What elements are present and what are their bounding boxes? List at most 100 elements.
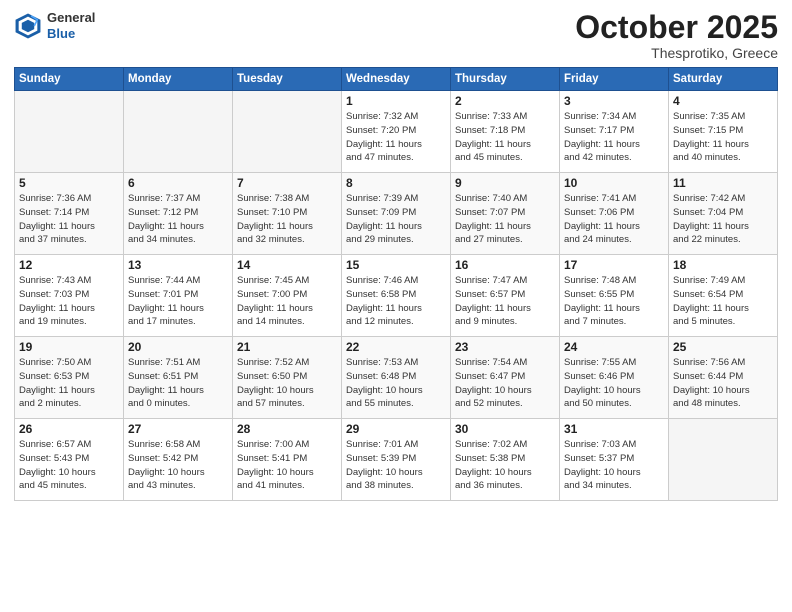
day-info: Sunrise: 7:43 AMSunset: 7:03 PMDaylight:… bbox=[19, 274, 119, 329]
day-number: 14 bbox=[237, 258, 337, 272]
calendar-cell: 20 Sunrise: 7:51 AMSunset: 6:51 PMDayligh… bbox=[124, 337, 233, 419]
day-info: Sunrise: 7:03 AMSunset: 5:37 PMDaylight:… bbox=[564, 438, 664, 493]
day-info: Sunrise: 7:37 AMSunset: 7:12 PMDaylight:… bbox=[128, 192, 228, 247]
day-number: 3 bbox=[564, 94, 664, 108]
calendar-cell: 26 Sunrise: 6:57 AMSunset: 5:43 PMDayligh… bbox=[15, 419, 124, 501]
calendar-cell: 7Sunrise: 7:38 AMSunset: 7:10 PMDaylight… bbox=[233, 173, 342, 255]
day-info: Sunrise: 7:33 AMSunset: 7:18 PMDaylight:… bbox=[455, 110, 555, 165]
day-number: 8 bbox=[346, 176, 446, 190]
day-info: Sunrise: 7:40 AMSunset: 7:07 PMDaylight:… bbox=[455, 192, 555, 247]
day-number: 17 bbox=[564, 258, 664, 272]
calendar-cell: 5Sunrise: 7:36 AMSunset: 7:14 PMDaylight… bbox=[15, 173, 124, 255]
day-number: 24 bbox=[564, 340, 664, 354]
day-number: 21 bbox=[237, 340, 337, 354]
logo-text: General Blue bbox=[47, 10, 95, 41]
day-info: Sunrise: 7:45 AMSunset: 7:00 PMDaylight:… bbox=[237, 274, 337, 329]
day-info: Sunrise: 7:38 AMSunset: 7:10 PMDaylight:… bbox=[237, 192, 337, 247]
calendar-cell: 31 Sunrise: 7:03 AMSunset: 5:37 PMDayligh… bbox=[560, 419, 669, 501]
day-info: Sunrise: 7:00 AMSunset: 5:41 PMDaylight:… bbox=[237, 438, 337, 493]
day-info: Sunrise: 7:50 AMSunset: 6:53 PMDaylight:… bbox=[19, 356, 119, 411]
calendar-cell: 17 Sunrise: 7:48 AMSunset: 6:55 PMDayligh… bbox=[560, 255, 669, 337]
day-info: Sunrise: 7:52 AMSunset: 6:50 PMDaylight:… bbox=[237, 356, 337, 411]
day-number: 6 bbox=[128, 176, 228, 190]
day-number: 30 bbox=[455, 422, 555, 436]
calendar-cell: 27Sunrise: 6:58 AMSunset: 5:42 PMDayligh… bbox=[124, 419, 233, 501]
calendar-cell: 23 Sunrise: 7:54 AMSunset: 6:47 PMDayligh… bbox=[451, 337, 560, 419]
calendar-cell: 1 Sunrise: 7:32 AMSunset: 7:20 PMDaylight… bbox=[342, 91, 451, 173]
weekday-header-friday: Friday bbox=[560, 68, 669, 91]
day-number: 28 bbox=[237, 422, 337, 436]
day-number: 29 bbox=[346, 422, 446, 436]
calendar-cell: 21 Sunrise: 7:52 AMSunset: 6:50 PMDayligh… bbox=[233, 337, 342, 419]
day-number: 1 bbox=[346, 94, 446, 108]
weekday-header-thursday: Thursday bbox=[451, 68, 560, 91]
week-row-2: 5Sunrise: 7:36 AMSunset: 7:14 PMDaylight… bbox=[15, 173, 778, 255]
calendar-cell: 12 Sunrise: 7:43 AMSunset: 7:03 PMDayligh… bbox=[15, 255, 124, 337]
day-number: 19 bbox=[19, 340, 119, 354]
calendar-cell: 9 Sunrise: 7:40 AMSunset: 7:07 PMDaylight… bbox=[451, 173, 560, 255]
calendar-table: SundayMondayTuesdayWednesdayThursdayFrid… bbox=[14, 67, 778, 501]
day-number: 15 bbox=[346, 258, 446, 272]
day-number: 4 bbox=[673, 94, 773, 108]
calendar-cell: 28 Sunrise: 7:00 AMSunset: 5:41 PMDayligh… bbox=[233, 419, 342, 501]
day-info: Sunrise: 6:58 AMSunset: 5:42 PMDaylight:… bbox=[128, 438, 228, 493]
calendar-cell: 2 Sunrise: 7:33 AMSunset: 7:18 PMDaylight… bbox=[451, 91, 560, 173]
day-number: 5 bbox=[19, 176, 119, 190]
day-info: Sunrise: 7:54 AMSunset: 6:47 PMDaylight:… bbox=[455, 356, 555, 411]
calendar-cell: 16Sunrise: 7:47 AMSunset: 6:57 PMDayligh… bbox=[451, 255, 560, 337]
day-info: Sunrise: 7:44 AMSunset: 7:01 PMDaylight:… bbox=[128, 274, 228, 329]
weekday-header-saturday: Saturday bbox=[669, 68, 778, 91]
day-number: 31 bbox=[564, 422, 664, 436]
day-info: Sunrise: 7:56 AMSunset: 6:44 PMDaylight:… bbox=[673, 356, 773, 411]
calendar-cell bbox=[124, 91, 233, 173]
calendar-cell: 29 Sunrise: 7:01 AMSunset: 5:39 PMDayligh… bbox=[342, 419, 451, 501]
calendar-cell bbox=[233, 91, 342, 173]
logo-blue: Blue bbox=[47, 26, 95, 42]
day-number: 10 bbox=[564, 176, 664, 190]
calendar-cell: 22Sunrise: 7:53 AMSunset: 6:48 PMDayligh… bbox=[342, 337, 451, 419]
day-info: Sunrise: 7:01 AMSunset: 5:39 PMDaylight:… bbox=[346, 438, 446, 493]
calendar-cell: 24 Sunrise: 7:55 AMSunset: 6:46 PMDayligh… bbox=[560, 337, 669, 419]
calendar-cell: 10 Sunrise: 7:41 AMSunset: 7:06 PMDayligh… bbox=[560, 173, 669, 255]
day-number: 23 bbox=[455, 340, 555, 354]
day-number: 16 bbox=[455, 258, 555, 272]
day-info: Sunrise: 7:41 AMSunset: 7:06 PMDaylight:… bbox=[564, 192, 664, 247]
calendar-cell: 18Sunrise: 7:49 AMSunset: 6:54 PMDayligh… bbox=[669, 255, 778, 337]
page-container: General Blue October 2025 Thesprotiko, G… bbox=[0, 0, 792, 612]
day-info: Sunrise: 7:46 AMSunset: 6:58 PMDaylight:… bbox=[346, 274, 446, 329]
calendar-cell: 25 Sunrise: 7:56 AMSunset: 6:44 PMDayligh… bbox=[669, 337, 778, 419]
week-row-5: 26 Sunrise: 6:57 AMSunset: 5:43 PMDayligh… bbox=[15, 419, 778, 501]
day-number: 11 bbox=[673, 176, 773, 190]
day-info: Sunrise: 7:48 AMSunset: 6:55 PMDaylight:… bbox=[564, 274, 664, 329]
logo: General Blue bbox=[14, 10, 95, 41]
day-info: Sunrise: 7:32 AMSunset: 7:20 PMDaylight:… bbox=[346, 110, 446, 165]
weekday-header-row: SundayMondayTuesdayWednesdayThursdayFrid… bbox=[15, 68, 778, 91]
calendar-cell: 11 Sunrise: 7:42 AMSunset: 7:04 PMDayligh… bbox=[669, 173, 778, 255]
day-number: 12 bbox=[19, 258, 119, 272]
header: General Blue October 2025 Thesprotiko, G… bbox=[14, 10, 778, 61]
calendar-cell: 15 Sunrise: 7:46 AMSunset: 6:58 PMDayligh… bbox=[342, 255, 451, 337]
week-row-1: 1 Sunrise: 7:32 AMSunset: 7:20 PMDaylight… bbox=[15, 91, 778, 173]
day-info: Sunrise: 6:57 AMSunset: 5:43 PMDaylight:… bbox=[19, 438, 119, 493]
calendar-cell: 19 Sunrise: 7:50 AMSunset: 6:53 PMDayligh… bbox=[15, 337, 124, 419]
day-number: 20 bbox=[128, 340, 228, 354]
calendar-cell: 14 Sunrise: 7:45 AMSunset: 7:00 PMDayligh… bbox=[233, 255, 342, 337]
day-number: 25 bbox=[673, 340, 773, 354]
day-info: Sunrise: 7:42 AMSunset: 7:04 PMDaylight:… bbox=[673, 192, 773, 247]
day-number: 26 bbox=[19, 422, 119, 436]
day-number: 18 bbox=[673, 258, 773, 272]
day-info: Sunrise: 7:51 AMSunset: 6:51 PMDaylight:… bbox=[128, 356, 228, 411]
weekday-header-tuesday: Tuesday bbox=[233, 68, 342, 91]
calendar-cell: 8Sunrise: 7:39 AMSunset: 7:09 PMDaylight… bbox=[342, 173, 451, 255]
weekday-header-sunday: Sunday bbox=[15, 68, 124, 91]
calendar-cell: 13Sunrise: 7:44 AMSunset: 7:01 PMDayligh… bbox=[124, 255, 233, 337]
day-info: Sunrise: 7:35 AMSunset: 7:15 PMDaylight:… bbox=[673, 110, 773, 165]
day-number: 9 bbox=[455, 176, 555, 190]
logo-general: General bbox=[47, 10, 95, 26]
day-number: 2 bbox=[455, 94, 555, 108]
calendar-cell: 4 Sunrise: 7:35 AMSunset: 7:15 PMDaylight… bbox=[669, 91, 778, 173]
calendar-cell bbox=[15, 91, 124, 173]
day-info: Sunrise: 7:55 AMSunset: 6:46 PMDaylight:… bbox=[564, 356, 664, 411]
day-info: Sunrise: 7:53 AMSunset: 6:48 PMDaylight:… bbox=[346, 356, 446, 411]
location: Thesprotiko, Greece bbox=[575, 45, 778, 61]
